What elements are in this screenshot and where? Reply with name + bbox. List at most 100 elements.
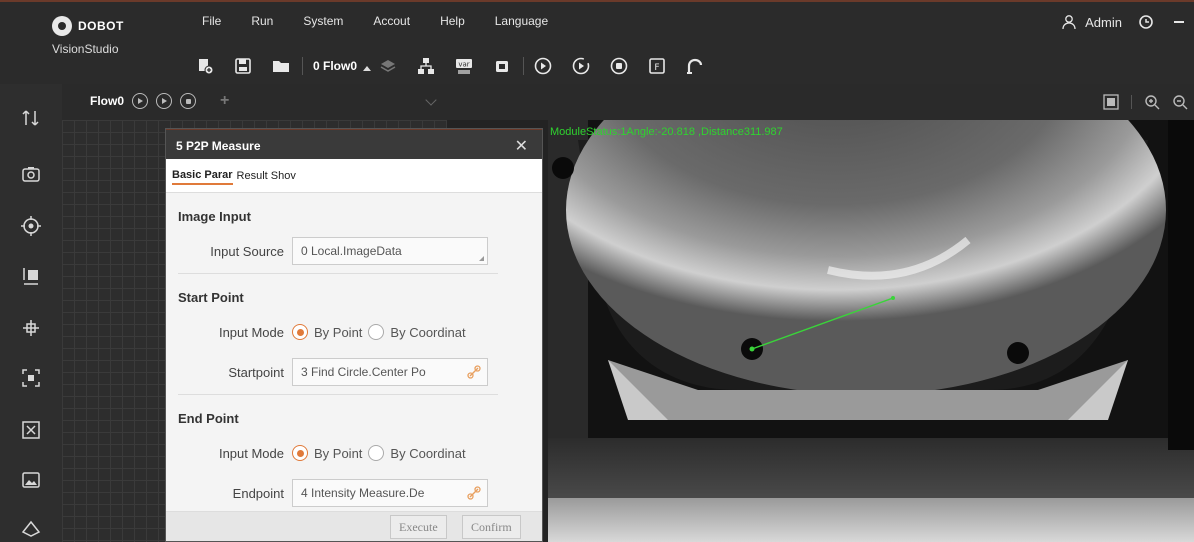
input-source-label: Input Source	[210, 243, 284, 259]
menu-file[interactable]: File	[202, 14, 221, 28]
svg-text:var: var	[458, 61, 469, 69]
image-display[interactable]: ModuleStatus:1Angle:-20.818 ,Distance311…	[548, 120, 1194, 542]
measure-icon[interactable]	[21, 266, 41, 286]
f-module-icon[interactable]: F	[648, 57, 666, 75]
dialog-title-bar: 5 P2P Measure ✕	[166, 129, 542, 159]
network-icon[interactable]	[417, 57, 435, 75]
user-area: Admin	[1061, 14, 1184, 30]
chevron-down-icon[interactable]	[425, 94, 437, 106]
end-by-point-radio[interactable]	[292, 445, 308, 461]
save-icon[interactable]	[234, 57, 252, 75]
import-icon[interactable]	[196, 57, 214, 75]
execute-button[interactable]: Execute	[390, 515, 447, 539]
fit-view-icon[interactable]	[1103, 94, 1119, 110]
end-by-coordinate-radio[interactable]	[368, 445, 385, 461]
flow-tab-label: Flow0	[90, 94, 125, 108]
menu-account[interactable]: Accout	[373, 14, 410, 28]
module-status-text: ModuleStatus:1Angle:-20.818 ,Distance311…	[550, 126, 783, 138]
flow-selector-value: 0 Flow0	[313, 59, 358, 73]
camera-settings-icon[interactable]	[493, 57, 511, 75]
section-divider	[178, 394, 498, 395]
image-settings-icon[interactable]	[21, 470, 41, 490]
start-by-point-label[interactable]: By Point	[314, 325, 362, 340]
start-input-mode-label: Input Mode	[218, 324, 284, 340]
image-processing-icon[interactable]	[21, 420, 41, 440]
run-once-icon[interactable]	[534, 57, 552, 75]
company-name: DOBOT	[78, 19, 124, 33]
section-end-point: End Point	[178, 411, 239, 426]
menu-bar: File Run System Accout Help Language	[202, 14, 578, 28]
stop-icon[interactable]	[610, 57, 628, 75]
var-icon[interactable]: var	[455, 57, 473, 75]
dialog-tabs: Basic Parar Result Shov	[166, 159, 542, 193]
dobot-logo-icon	[52, 16, 72, 36]
dropdown-corner-icon	[479, 256, 484, 261]
section-start-point: Start Point	[178, 290, 244, 305]
toolbar-separator	[302, 57, 303, 75]
calibration-icon[interactable]	[21, 318, 41, 338]
dialog-footer: Execute Confirm	[166, 511, 542, 541]
add-flow-icon[interactable]: +	[220, 92, 229, 110]
startpoint-value: 3 Find Circle.Center Po	[301, 365, 426, 379]
section-image-input: Image Input	[178, 209, 251, 224]
endpoint-value: 4 Intensity Measure.De	[301, 486, 425, 500]
dialog-title: 5 P2P Measure	[176, 139, 261, 153]
loop-play-icon[interactable]	[156, 93, 173, 109]
start-by-coordinate-label[interactable]: By Coordinat	[390, 325, 465, 340]
close-icon[interactable]: ✕	[515, 136, 528, 156]
start-by-coordinate-radio[interactable]	[368, 324, 385, 340]
end-by-point-label[interactable]: By Point	[314, 446, 362, 461]
robot-arm-icon[interactable]	[686, 57, 704, 75]
minimize-icon[interactable]	[1174, 21, 1184, 23]
input-source-value: 0 Local.ImageData	[301, 244, 402, 258]
start-by-point-radio[interactable]	[292, 324, 308, 340]
image-view-header	[447, 84, 1194, 120]
p2p-measure-dialog: 5 P2P Measure ✕ Basic Parar Result Shov …	[165, 128, 543, 542]
user-icon[interactable]	[1061, 14, 1077, 30]
zoom-out-icon[interactable]	[1172, 94, 1188, 110]
section-divider	[178, 273, 498, 274]
input-source-select[interactable]: 0 Local.ImageData	[292, 237, 488, 265]
layers-icon[interactable]	[379, 57, 397, 75]
svg-text:F: F	[654, 63, 659, 73]
menu-system[interactable]: System	[303, 14, 343, 28]
run-loop-icon[interactable]	[572, 57, 590, 75]
recognition-icon[interactable]	[21, 368, 41, 388]
logic-tool-icon[interactable]	[21, 518, 41, 538]
brand-logo: DOBOT VisionStudio	[52, 10, 152, 74]
start-input-mode-group: By Point By Coordinat	[292, 324, 466, 340]
camera-icon[interactable]	[21, 164, 41, 184]
dialog-body: Image Input Input Source 0 Local.ImageDa…	[166, 209, 542, 507]
flow-selector[interactable]: 0 Flow0	[313, 59, 372, 73]
menu-run[interactable]: Run	[251, 14, 273, 28]
clock-icon[interactable]	[1138, 14, 1154, 30]
stop-icon[interactable]	[180, 93, 197, 109]
username[interactable]: Admin	[1085, 15, 1122, 30]
tab-basic-params[interactable]: Basic Parar	[172, 167, 233, 185]
confirm-button[interactable]: Confirm	[462, 515, 521, 539]
tab-result-show[interactable]: Result Shov	[237, 168, 296, 184]
endpoint-field[interactable]: 4 Intensity Measure.De	[292, 479, 488, 507]
tool-sidebar	[0, 84, 62, 542]
main-toolbar: 0 Flow0 var F	[196, 54, 724, 78]
app-window: DOBOT VisionStudio File Run System Accou…	[0, 0, 1194, 542]
startpoint-field[interactable]: 3 Find Circle.Center Po	[292, 358, 488, 386]
end-by-coordinate-label[interactable]: By Coordinat	[390, 446, 465, 461]
endpoint-label: Endpoint	[232, 485, 284, 501]
dropdown-arrow-icon	[363, 65, 372, 71]
zoom-in-icon[interactable]	[1144, 94, 1160, 110]
menu-language[interactable]: Language	[495, 14, 548, 28]
io-tools-icon[interactable]	[21, 108, 41, 128]
end-input-mode-label: Input Mode	[218, 445, 284, 461]
link-icon[interactable]	[467, 365, 481, 379]
play-icon[interactable]	[132, 93, 149, 109]
link-icon[interactable]	[467, 486, 481, 500]
flow-tab-bar: Flow0 +	[62, 84, 447, 120]
product-name: VisionStudio	[52, 42, 119, 56]
locate-icon[interactable]	[21, 216, 41, 236]
camera-image	[548, 120, 1194, 542]
menu-help[interactable]: Help	[440, 14, 465, 28]
toolbar-separator	[523, 57, 525, 75]
open-folder-icon[interactable]	[272, 57, 290, 75]
tab-flow0[interactable]: Flow0 +	[90, 92, 229, 110]
